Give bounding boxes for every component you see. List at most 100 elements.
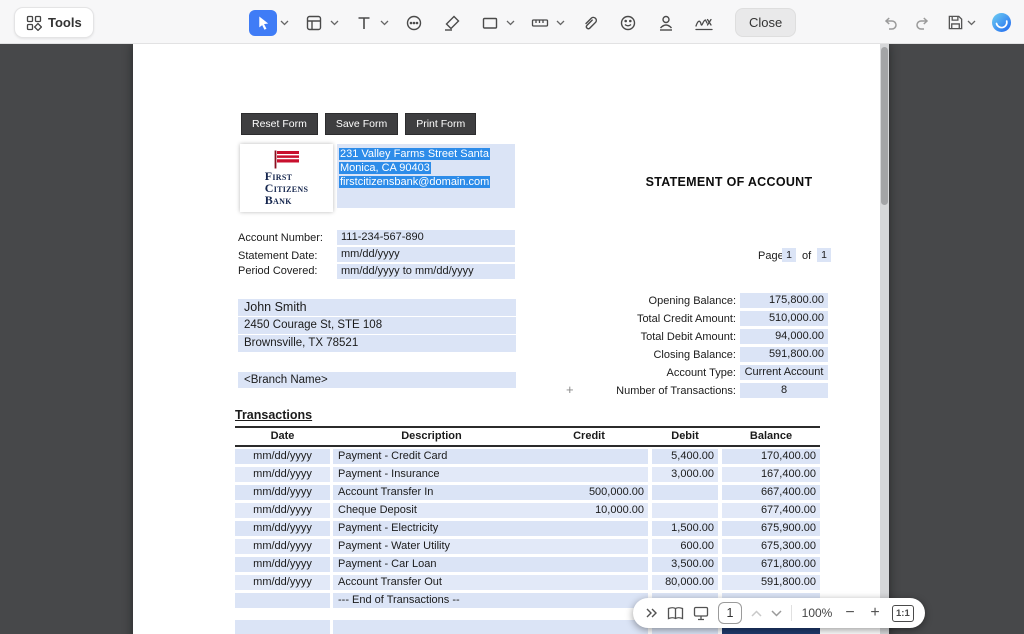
date-cell[interactable]: mm/dd/yyyy: [235, 467, 330, 482]
attachment-tool[interactable]: [577, 10, 603, 36]
shape-tool-chevron-down-icon[interactable]: [506, 20, 515, 26]
balance-cell[interactable]: 675,300.00: [722, 539, 820, 554]
debit-cell[interactable]: [652, 485, 718, 500]
balance-cell[interactable]: 675,900.00: [722, 521, 820, 536]
date-cell[interactable]: mm/dd/yyyy: [235, 485, 330, 500]
scrollbar-thumb[interactable]: [881, 47, 888, 205]
measure-tool[interactable]: [527, 10, 553, 36]
save-button[interactable]: [947, 14, 976, 31]
summary-value-field[interactable]: 175,800.00: [740, 293, 828, 308]
debit-cell[interactable]: 600.00: [652, 539, 718, 554]
date-cell[interactable]: mm/dd/yyyy: [235, 521, 330, 536]
description-cell[interactable]: Payment - Electricity: [333, 521, 530, 536]
balance-cell[interactable]: 671,800.00: [722, 557, 820, 572]
document-viewport[interactable]: Reset FormSave FormPrint Form FirstCitiz…: [0, 44, 1024, 634]
page-edit-tool[interactable]: [301, 10, 327, 36]
vertical-scrollbar[interactable]: [880, 44, 889, 634]
summary-value-field[interactable]: Current Account: [740, 365, 828, 380]
measure-tool-chevron-down-icon[interactable]: [556, 20, 565, 26]
customer-field[interactable]: John Smith: [238, 299, 516, 316]
actual-size-button[interactable]: 1:1: [892, 605, 914, 622]
sticker-tool[interactable]: [615, 10, 641, 36]
credit-cell[interactable]: [530, 593, 648, 608]
undo-button[interactable]: [881, 14, 899, 32]
balance-cell[interactable]: 170,400.00: [722, 449, 820, 464]
redo-button[interactable]: [914, 14, 932, 32]
select-tool-chevron-down-icon[interactable]: [280, 20, 289, 26]
balance-cell[interactable]: 591,800.00: [722, 575, 820, 590]
debit-cell[interactable]: [652, 503, 718, 518]
next-page-button[interactable]: [771, 610, 782, 617]
summary-value-field[interactable]: 510,000.00: [740, 311, 828, 326]
page-edit-chevron-down-icon[interactable]: [330, 20, 339, 26]
description-cell[interactable]: Payment - Credit Card: [333, 449, 530, 464]
summary-value-field[interactable]: 8: [740, 383, 828, 398]
summary-value-field[interactable]: 591,800.00: [740, 347, 828, 362]
description-cell[interactable]: Account Transfer Out: [333, 575, 530, 590]
close-button[interactable]: Close: [735, 8, 796, 37]
signature-tool[interactable]: [691, 10, 717, 36]
transaction-row: mm/dd/yyyyAccount Transfer In500,000.00 6…: [235, 485, 820, 500]
credit-cell[interactable]: [530, 557, 648, 572]
description-cell[interactable]: Payment - Insurance: [333, 467, 530, 482]
branch-name-field[interactable]: <Branch Name>: [238, 372, 516, 388]
date-cell[interactable]: mm/dd/yyyy: [235, 539, 330, 554]
reset-form-button[interactable]: Reset Form: [241, 113, 318, 135]
ai-assistant-button[interactable]: [991, 12, 1012, 33]
credit-cell[interactable]: [530, 521, 648, 536]
customer-field[interactable]: 2450 Courage St, STE 108: [238, 317, 516, 334]
period-covered-field[interactable]: mm/dd/yyyy to mm/dd/yyyy: [337, 264, 515, 279]
save-chevron-down-icon[interactable]: [967, 20, 976, 26]
description-cell[interactable]: Cheque Deposit: [333, 503, 530, 518]
date-cell[interactable]: mm/dd/yyyy: [235, 557, 330, 572]
credit-cell[interactable]: [530, 620, 648, 634]
customer-field[interactable]: Brownsville, TX 78521: [238, 335, 516, 352]
balance-cell[interactable]: 667,400.00: [722, 485, 820, 500]
credit-cell[interactable]: [530, 575, 648, 590]
date-cell[interactable]: mm/dd/yyyy: [235, 575, 330, 590]
debit-cell[interactable]: 5,400.00: [652, 449, 718, 464]
description-cell[interactable]: [333, 620, 530, 634]
date-cell[interactable]: [235, 620, 330, 634]
summary-value-field[interactable]: 94,000.00: [740, 329, 828, 344]
text-tool-chevron-down-icon[interactable]: [380, 20, 389, 26]
credit-cell[interactable]: [530, 467, 648, 482]
date-cell[interactable]: [235, 593, 330, 608]
page-number-field[interactable]: 1: [782, 248, 796, 262]
date-cell[interactable]: mm/dd/yyyy: [235, 449, 330, 464]
comment-tool[interactable]: [401, 10, 427, 36]
expand-toolbar-button[interactable]: [644, 606, 658, 620]
page-number-input[interactable]: 1: [718, 602, 742, 624]
zoom-in-button[interactable]: +: [867, 605, 883, 621]
debit-cell[interactable]: 1,500.00: [652, 521, 718, 536]
date-cell[interactable]: mm/dd/yyyy: [235, 503, 330, 518]
reading-mode-button[interactable]: [693, 606, 709, 621]
select-tool[interactable]: [249, 10, 277, 36]
debit-cell[interactable]: 3,000.00: [652, 467, 718, 482]
balance-cell[interactable]: 677,400.00: [722, 503, 820, 518]
save-form-button[interactable]: Save Form: [325, 113, 398, 135]
description-cell[interactable]: Payment - Water Utility: [333, 539, 530, 554]
bank-address-field[interactable]: 231 Valley Farms Street SantaMonica, CA …: [337, 144, 515, 208]
debit-cell[interactable]: 80,000.00: [652, 575, 718, 590]
balance-cell[interactable]: 167,400.00: [722, 467, 820, 482]
description-cell[interactable]: Account Transfer In: [333, 485, 530, 500]
account-number-field[interactable]: 111-234-567-890: [337, 230, 515, 245]
tools-button[interactable]: Tools: [14, 7, 94, 38]
shape-tool[interactable]: [477, 10, 503, 36]
page-thumbnails-button[interactable]: [667, 606, 684, 621]
page-total-field[interactable]: 1: [817, 248, 831, 262]
statement-date-field[interactable]: mm/dd/yyyy: [337, 247, 515, 262]
text-tool[interactable]: [351, 10, 377, 36]
description-cell[interactable]: Payment - Car Loan: [333, 557, 530, 572]
highlighter-tool[interactable]: [439, 10, 465, 36]
debit-cell[interactable]: 3,500.00: [652, 557, 718, 572]
credit-cell[interactable]: 500,000.00: [530, 485, 648, 500]
credit-cell[interactable]: [530, 449, 648, 464]
person-stamp-tool[interactable]: [653, 10, 679, 36]
previous-page-button[interactable]: [751, 610, 762, 617]
print-form-button[interactable]: Print Form: [405, 113, 476, 135]
credit-cell[interactable]: [530, 539, 648, 554]
zoom-out-button[interactable]: −: [842, 605, 858, 621]
credit-cell[interactable]: 10,000.00: [530, 503, 648, 518]
